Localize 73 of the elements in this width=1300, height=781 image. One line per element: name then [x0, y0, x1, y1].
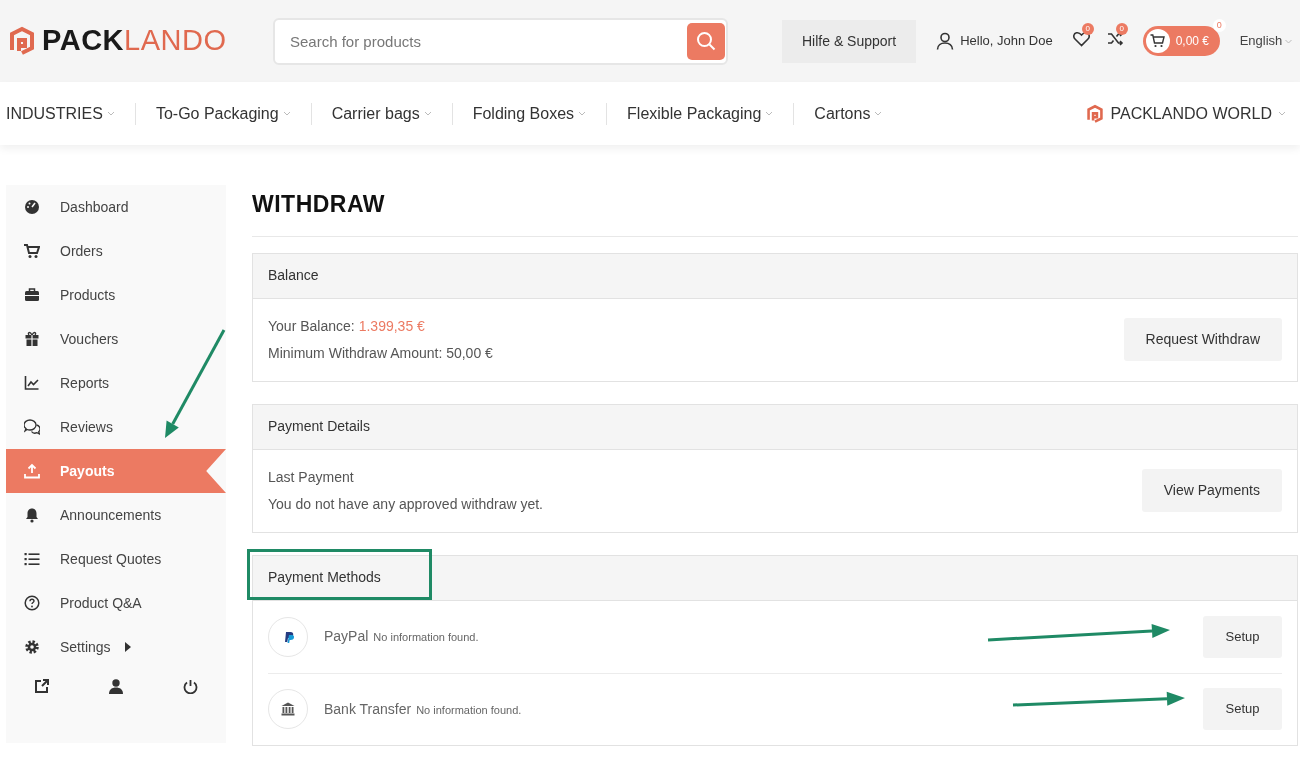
sidebar-item[interactable]: Dashboard	[6, 185, 226, 229]
language-selector[interactable]: English	[1239, 31, 1283, 51]
minimum-amount-text: Minimum Withdraw Amount: 50,00 €	[268, 343, 493, 363]
nav-link[interactable]: Flexible Packaging	[627, 101, 762, 126]
chevron-down-icon	[765, 111, 774, 116]
panel-heading: Payment Details	[253, 404, 1297, 450]
heart-icon[interactable]	[1072, 31, 1090, 47]
chevron-down-icon	[1285, 38, 1293, 44]
method-name: PayPal	[324, 627, 369, 646]
balance-label: Your Balance:	[268, 316, 355, 336]
briefcase-icon	[24, 287, 40, 303]
chevron-down-icon	[874, 111, 883, 116]
nav-link[interactable]: Carrier bags	[331, 101, 420, 126]
balance-amount: 1.399,35 €	[358, 316, 425, 336]
chevron-down-icon	[282, 111, 291, 116]
gift-icon	[24, 331, 40, 347]
power-icon[interactable]	[183, 679, 198, 694]
count-badge: 0	[1115, 23, 1128, 35]
sidebar-item[interactable]: Settings	[6, 625, 226, 669]
logo-icon	[1086, 103, 1105, 124]
question-circle-icon	[24, 595, 40, 611]
nav-link[interactable]: To-Go Packaging	[155, 101, 279, 126]
list-icon	[24, 551, 40, 567]
method-note: No information found.	[373, 630, 479, 645]
count-badge: 0	[1212, 19, 1226, 32]
sidebar-item[interactable]: Reports	[6, 361, 226, 405]
method-name: Bank Transfer	[324, 699, 412, 719]
sidebar-item[interactable]: Product Q&A	[6, 581, 226, 625]
external-link-icon[interactable]	[34, 679, 49, 694]
page-title: WITHDRAW	[252, 185, 1298, 237]
bell-icon	[24, 507, 40, 523]
setup-button[interactable]: Setup	[1203, 688, 1282, 730]
account-link[interactable]: Hello, John Doe	[960, 31, 1053, 51]
chevron-down-icon	[423, 111, 432, 116]
sidebar-item[interactable]: Orders	[6, 229, 226, 273]
bank-icon	[280, 701, 296, 717]
setup-button[interactable]: Setup	[1203, 615, 1282, 658]
sidebar-item[interactable]: Announcements	[6, 493, 226, 537]
chat-bubbles-icon	[24, 419, 40, 435]
panel-heading: Balance	[253, 253, 1297, 299]
dashboard-gauge-icon	[24, 199, 40, 215]
last-payment-label: Last Payment	[268, 467, 355, 487]
shuffle-icon[interactable]	[1106, 31, 1124, 46]
chevron-down-icon	[578, 111, 587, 116]
count-badge: 0	[1081, 23, 1094, 35]
nav-link[interactable]: Folding Boxes	[472, 101, 575, 126]
line-chart-icon	[24, 375, 40, 391]
gear-icon	[24, 639, 40, 655]
nav-link[interactable]: Cartons	[814, 101, 871, 126]
cart-icon	[1150, 34, 1166, 48]
logo[interactable]: PACKLANDO	[42, 19, 227, 63]
chevron-down-icon	[106, 111, 115, 116]
request-withdraw-button[interactable]: Request Withdraw	[1123, 318, 1282, 361]
help-support-button[interactable]: Hilfe & Support	[782, 19, 917, 63]
logo-icon	[8, 26, 36, 56]
sidebar-item[interactable]: Vouchers	[6, 317, 226, 361]
nav-link[interactable]: INDUSTRIES	[6, 101, 103, 126]
upload-icon	[24, 463, 40, 479]
status-message: You do not have any approved withdraw yet.	[268, 494, 543, 514]
user-icon[interactable]	[109, 679, 123, 694]
chevron-down-icon	[1278, 111, 1286, 116]
cart-icon	[24, 243, 40, 259]
search-icon	[696, 31, 716, 51]
sidebar-item[interactable]: Reviews	[6, 405, 226, 449]
user-icon	[936, 32, 955, 50]
nav-link[interactable]: PACKLANDO WORLD	[1110, 101, 1272, 126]
search-button[interactable]	[687, 22, 725, 60]
panel-heading: Payment Methods	[253, 555, 1297, 601]
sidebar-item[interactable]: Request Quotes	[6, 537, 226, 581]
view-payments-button[interactable]: View Payments	[1141, 469, 1282, 512]
method-note: No information found.	[416, 702, 522, 718]
sidebar-item[interactable]: Products	[6, 273, 226, 317]
search-field[interactable]: Search for products	[273, 17, 728, 65]
